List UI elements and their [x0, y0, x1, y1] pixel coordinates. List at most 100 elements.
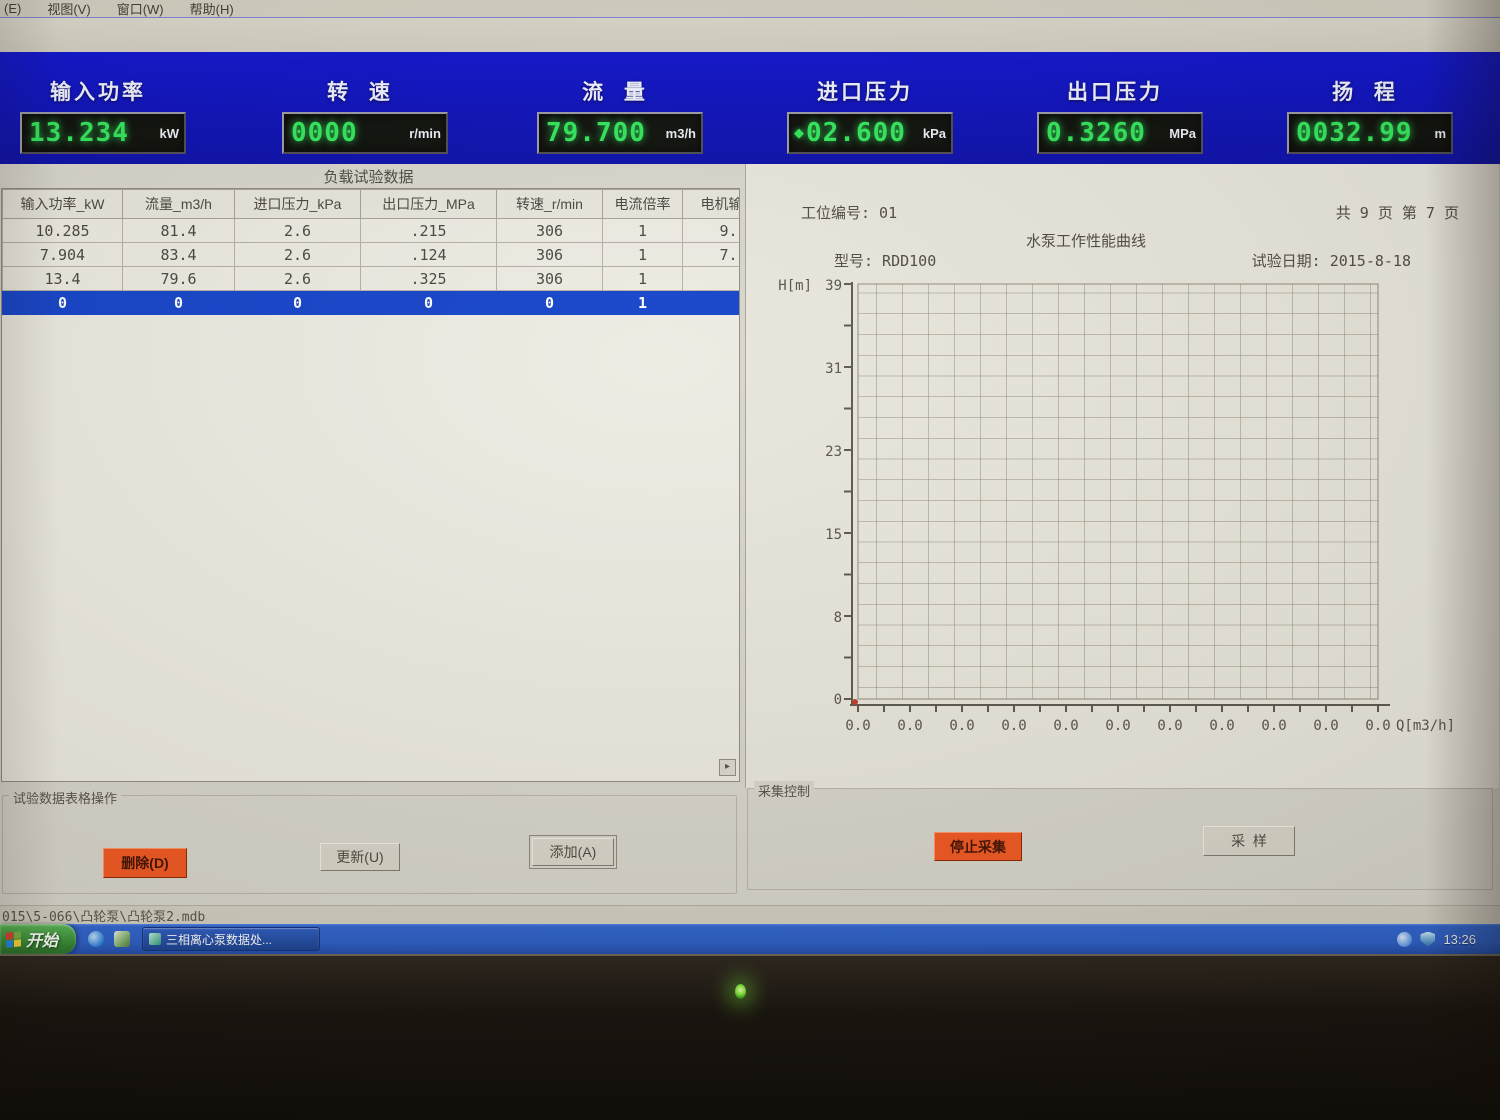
- led-display: 79.700 m3/h: [537, 112, 703, 154]
- menu-item-window[interactable]: 窗口(W): [117, 0, 164, 18]
- col-header: 电机输出: [683, 190, 741, 219]
- windows-logo-icon: [6, 931, 21, 948]
- led-value: 0.3260: [1046, 120, 1146, 146]
- led-display: 13.234 kW: [20, 112, 186, 154]
- cell: 1: [603, 219, 683, 243]
- table-row[interactable]: 10.285 81.4 2.6 .215 306 1 9.: [3, 219, 741, 243]
- cell: 7.904: [3, 243, 123, 267]
- status-bar: 015\5-066\凸轮泵\凸轮泵2.mdb: [0, 905, 1500, 925]
- led-unit: r/min: [409, 126, 441, 141]
- cell: 2.6: [235, 267, 361, 291]
- cell: 1: [603, 291, 683, 315]
- tray-shield-icon[interactable]: [1420, 932, 1435, 947]
- load-test-table-container: 输入功率_kW 流量_m3/h 进口压力_kPa 出口压力_MPa 转速_r/m…: [1, 188, 740, 782]
- model-label: 型号: RDD100: [834, 250, 936, 271]
- quick-launch-icon[interactable]: [114, 931, 130, 947]
- chart-grid: [858, 284, 1378, 699]
- menu-item-edit[interactable]: (E): [4, 1, 21, 16]
- led-value: 0032.99: [1296, 120, 1413, 146]
- y-tick-label: 15: [825, 527, 842, 543]
- led-value: 0000: [291, 120, 358, 146]
- x-tick-label: 0.0: [1313, 718, 1338, 734]
- stop-acquisition-button[interactable]: 停止采集: [934, 832, 1022, 861]
- x-tick-label: 0.0: [949, 718, 974, 734]
- origin-marker-dot: [852, 699, 858, 705]
- led-display: 0000 r/min: [282, 112, 448, 154]
- table-header-row: 输入功率_kW 流量_m3/h 进口压力_kPa 出口压力_MPa 转速_r/m…: [3, 190, 741, 219]
- col-header: 出口压力_MPa: [361, 190, 497, 219]
- x-axis-ticks: [858, 705, 1378, 712]
- x-tick-label: 0.0: [1105, 718, 1130, 734]
- cell: 0: [361, 291, 497, 315]
- y-axis-ticks: [844, 284, 852, 699]
- load-test-panel: 负载试验数据 输入功率_kW 流量_m3/h 进口压力_kPa 出口压力_MPa…: [0, 164, 740, 788]
- gauge-label: 出口压力: [1035, 76, 1195, 106]
- gauge-label: 流 量: [535, 76, 695, 106]
- cell: 7.: [683, 243, 741, 267]
- led-value: 79.700: [546, 120, 646, 146]
- x-axis-label: Q[m3/h]: [1396, 718, 1455, 734]
- menu-bar: (E) 视图(V) 窗口(W) 帮助(H): [0, 0, 1500, 18]
- cell: 13.4: [3, 267, 123, 291]
- update-button[interactable]: 更新(U): [320, 843, 400, 871]
- led-display: 0032.99 m: [1287, 112, 1453, 154]
- group-label: 试验数据表格操作: [9, 788, 121, 807]
- menu-item-view[interactable]: 视图(V): [47, 0, 90, 18]
- cell: 0: [3, 291, 123, 315]
- col-header: 输入功率_kW: [3, 190, 123, 219]
- taskbar-app-label: 三相离心泵数据处...: [166, 931, 272, 948]
- led-value: 02.600: [806, 120, 906, 146]
- sample-button[interactable]: 采 样: [1203, 826, 1295, 856]
- x-tick-label: 0.0: [1157, 718, 1182, 734]
- cell: .325: [361, 267, 497, 291]
- gauge-input-power: 输入功率 13.234 kW: [18, 52, 178, 106]
- hscroll-right-arrow-icon[interactable]: ▸: [719, 759, 736, 776]
- table-row[interactable]: 7.904 83.4 2.6 .124 306 1 7.: [3, 243, 741, 267]
- led-unit: kW: [160, 126, 180, 141]
- gauge-inlet-pressure: 进口压力 ◆ 02.600 kPa: [785, 52, 945, 106]
- window-top-strip: [0, 18, 1500, 52]
- x-tick-label: 0.0: [1001, 718, 1026, 734]
- monitor-bezel: [0, 954, 1500, 1120]
- y-axis-label: H[m]: [778, 278, 812, 294]
- delete-button[interactable]: 删除(D): [103, 848, 187, 878]
- tray-network-icon[interactable]: [1397, 932, 1412, 947]
- start-label: 开始: [26, 927, 58, 951]
- col-header: 转速_r/min: [497, 190, 603, 219]
- page-indicator: 共 9 页 第 7 页: [1336, 202, 1459, 223]
- cell: 1: [603, 243, 683, 267]
- cell: .215: [361, 219, 497, 243]
- table-row[interactable]: 13.4 79.6 2.6 .325 306 1: [3, 267, 741, 291]
- x-tick-label: 0.0: [1053, 718, 1078, 734]
- led-display: ◆ 02.600 kPa: [787, 112, 953, 154]
- monitor-screen: (E) 视图(V) 窗口(W) 帮助(H) 输入功率 13.234 kW 转 速…: [0, 0, 1500, 954]
- gauge-speed: 转 速 0000 r/min: [280, 52, 440, 106]
- col-header: 流量_m3/h: [123, 190, 235, 219]
- led-unit: kPa: [923, 126, 946, 141]
- gauge-flow: 流 量 79.700 m3/h: [535, 52, 695, 106]
- group-label: 采集控制: [754, 781, 814, 800]
- col-header: 进口压力_kPa: [235, 190, 361, 219]
- cell: 0: [123, 291, 235, 315]
- database-path: 015\5-066\凸轮泵\凸轮泵2.mdb: [2, 906, 205, 925]
- cell: 79.6: [123, 267, 235, 291]
- gauge-head: 扬 程 0032.99 m: [1285, 52, 1445, 106]
- table-row-selected[interactable]: 0 0 0 0 0 1: [3, 291, 741, 315]
- gauge-label: 扬 程: [1285, 76, 1445, 106]
- y-tick-label: 0: [834, 692, 842, 708]
- x-tick-label: 0.0: [1209, 718, 1234, 734]
- cell: 0: [497, 291, 603, 315]
- y-tick-label: 39: [825, 278, 842, 294]
- led-unit: m3/h: [666, 126, 696, 141]
- cell: [683, 291, 741, 315]
- plus-sign-icon: ◆: [794, 125, 804, 141]
- x-tick-label: 0.0: [1261, 718, 1286, 734]
- cell: 306: [497, 219, 603, 243]
- gauge-banner: 输入功率 13.234 kW 转 速 0000 r/min 流 量 79.700…: [0, 52, 1500, 164]
- menu-item-help[interactable]: 帮助(H): [190, 0, 234, 18]
- quick-launch-icon[interactable]: [88, 931, 104, 947]
- cell: 83.4: [123, 243, 235, 267]
- start-button[interactable]: 开始: [0, 924, 76, 954]
- taskbar-app-button[interactable]: 三相离心泵数据处...: [142, 927, 320, 951]
- add-button[interactable]: 添加(A): [532, 838, 614, 866]
